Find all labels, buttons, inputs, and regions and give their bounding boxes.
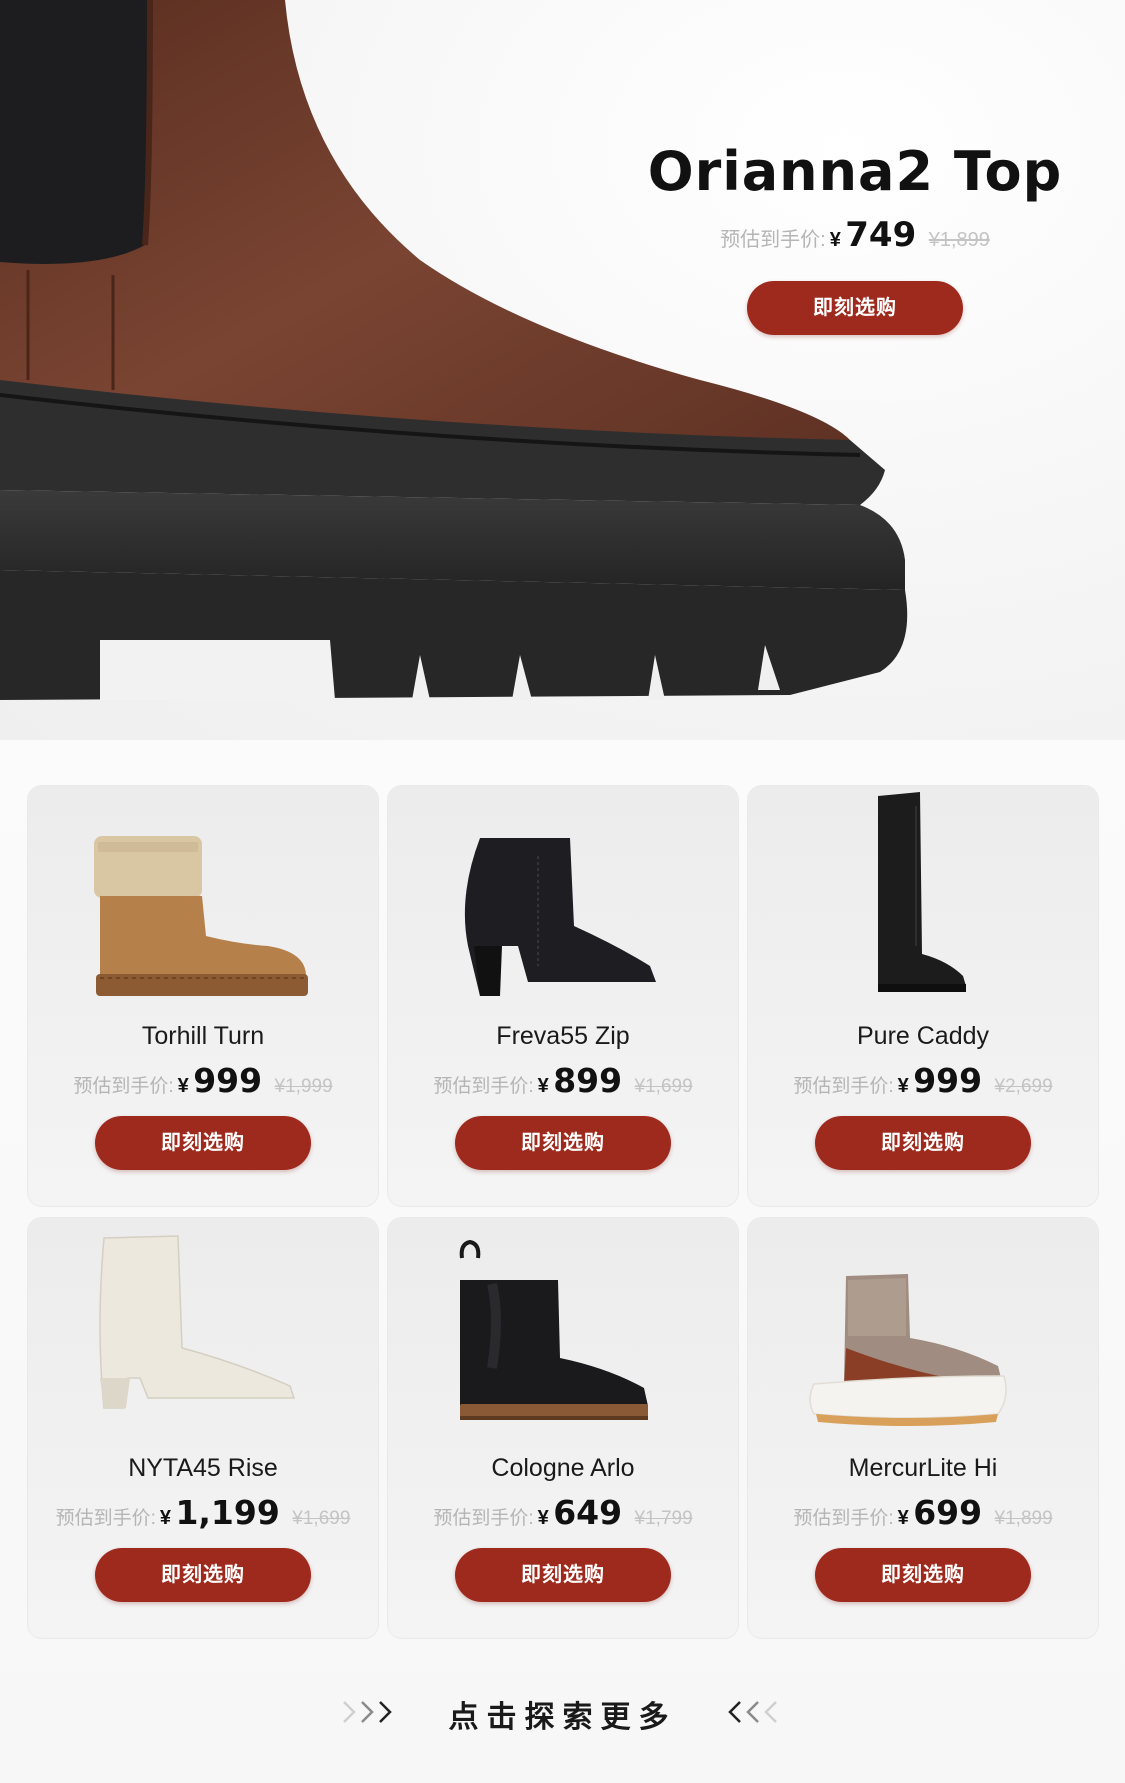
explore-more-footer[interactable]: 点击探索更多 xyxy=(0,1682,1125,1742)
current-price: 999 xyxy=(193,1061,263,1100)
currency-symbol: ¥ xyxy=(897,1075,909,1097)
current-price: 649 xyxy=(553,1493,623,1532)
product-price-line: 预估到手价: ¥ 899 ¥1,699 xyxy=(388,1061,738,1100)
currency-symbol: ¥ xyxy=(537,1507,549,1529)
product-price-line: 预估到手价: ¥ 1,199 ¥1,699 xyxy=(28,1493,378,1532)
buy-button[interactable]: 即刻选购 xyxy=(95,1548,311,1602)
price-label: 预估到手价: xyxy=(433,1076,534,1097)
hero-price-line: 预估到手价: ¥ 749 ¥1,899 xyxy=(640,215,1070,255)
price-label: 预估到手价: xyxy=(55,1508,156,1529)
current-price: 749 xyxy=(845,215,917,255)
price-label: 预估到手价: xyxy=(793,1076,894,1097)
hero-banner: Orianna2 Top 预估到手价: ¥ 749 ¥1,899 即刻选购 xyxy=(0,0,1125,740)
current-price: 699 xyxy=(913,1493,983,1532)
currency-symbol: ¥ xyxy=(897,1507,909,1529)
original-price: ¥1,699 xyxy=(634,1076,693,1097)
product-name: Cologne Arlo xyxy=(491,1454,635,1482)
original-price: ¥1,899 xyxy=(994,1508,1053,1529)
original-price: ¥1,999 xyxy=(274,1076,333,1097)
double-chevron-left-icon xyxy=(728,1701,777,1723)
price-label: 预估到手价: xyxy=(433,1508,534,1529)
original-price: ¥1,899 xyxy=(928,229,990,251)
product-name: MercurLite Hi xyxy=(848,1454,998,1482)
price-label: 预估到手价: xyxy=(720,229,826,251)
product-name: Freva55 Zip xyxy=(496,1022,630,1050)
currency-symbol: ¥ xyxy=(537,1075,549,1097)
currency-symbol: ¥ xyxy=(177,1075,189,1097)
price-label: 预估到手价: xyxy=(73,1076,174,1097)
product-image[interactable] xyxy=(28,1218,378,1448)
hero-boot-image[interactable] xyxy=(0,0,920,720)
currency-symbol: ¥ xyxy=(829,229,841,251)
product-card[interactable]: Cologne Arlo 预估到手价: ¥ 649 ¥1,799 即刻选购 xyxy=(388,1218,738,1638)
product-image[interactable] xyxy=(748,1218,1098,1448)
hero-info: Orianna2 Top 预估到手价: ¥ 749 ¥1,899 即刻选购 xyxy=(640,140,1070,335)
product-card[interactable]: MercurLite Hi 预估到手价: ¥ 699 ¥1,899 即刻选购 xyxy=(748,1218,1098,1638)
product-price-line: 预估到手价: ¥ 999 ¥2,699 xyxy=(748,1061,1098,1100)
current-price: 899 xyxy=(553,1061,623,1100)
product-name: Torhill Turn xyxy=(141,1022,265,1050)
buy-button[interactable]: 即刻选购 xyxy=(815,1548,1031,1602)
product-image[interactable] xyxy=(28,786,378,1016)
hero-buy-button[interactable]: 即刻选购 xyxy=(747,281,963,335)
original-price: ¥2,699 xyxy=(994,1076,1053,1097)
product-price-line: 预估到手价: ¥ 699 ¥1,899 xyxy=(748,1493,1098,1532)
product-image[interactable] xyxy=(748,786,1098,1016)
buy-button[interactable]: 即刻选购 xyxy=(815,1116,1031,1170)
original-price: ¥1,799 xyxy=(634,1508,693,1529)
currency-symbol: ¥ xyxy=(159,1507,171,1529)
product-name: Pure Caddy xyxy=(856,1022,990,1050)
buy-button[interactable]: 即刻选购 xyxy=(455,1548,671,1602)
product-grid: Torhill Turn 预估到手价: ¥ 999 ¥1,999 即刻选购 Fre… xyxy=(28,786,1098,1638)
product-image[interactable] xyxy=(388,786,738,1016)
product-card[interactable]: Pure Caddy 预估到手价: ¥ 999 ¥2,699 即刻选购 xyxy=(748,786,1098,1206)
explore-more-link[interactable]: 点击探索更多 xyxy=(0,1692,1125,1736)
original-price: ¥1,699 xyxy=(292,1508,351,1529)
buy-button[interactable]: 即刻选购 xyxy=(95,1116,311,1170)
product-price-line: 预估到手价: ¥ 649 ¥1,799 xyxy=(388,1493,738,1532)
product-image[interactable] xyxy=(388,1218,738,1448)
product-card[interactable]: Torhill Turn 预估到手价: ¥ 999 ¥1,999 即刻选购 xyxy=(28,786,378,1206)
current-price: 999 xyxy=(913,1061,983,1100)
price-label: 预估到手价: xyxy=(793,1508,894,1529)
hero-product-title: Orianna2 Top xyxy=(647,140,1063,203)
product-card[interactable]: Freva55 Zip 预估到手价: ¥ 899 ¥1,699 即刻选购 xyxy=(388,786,738,1206)
product-price-line: 预估到手价: ¥ 999 ¥1,999 xyxy=(28,1061,378,1100)
product-card[interactable]: NYTA45 Rise 预估到手价: ¥ 1,199 ¥1,699 即刻选购 xyxy=(28,1218,378,1638)
product-name: NYTA45 Rise xyxy=(128,1454,278,1482)
current-price: 1,199 xyxy=(175,1493,280,1532)
buy-button[interactable]: 即刻选购 xyxy=(455,1116,671,1170)
